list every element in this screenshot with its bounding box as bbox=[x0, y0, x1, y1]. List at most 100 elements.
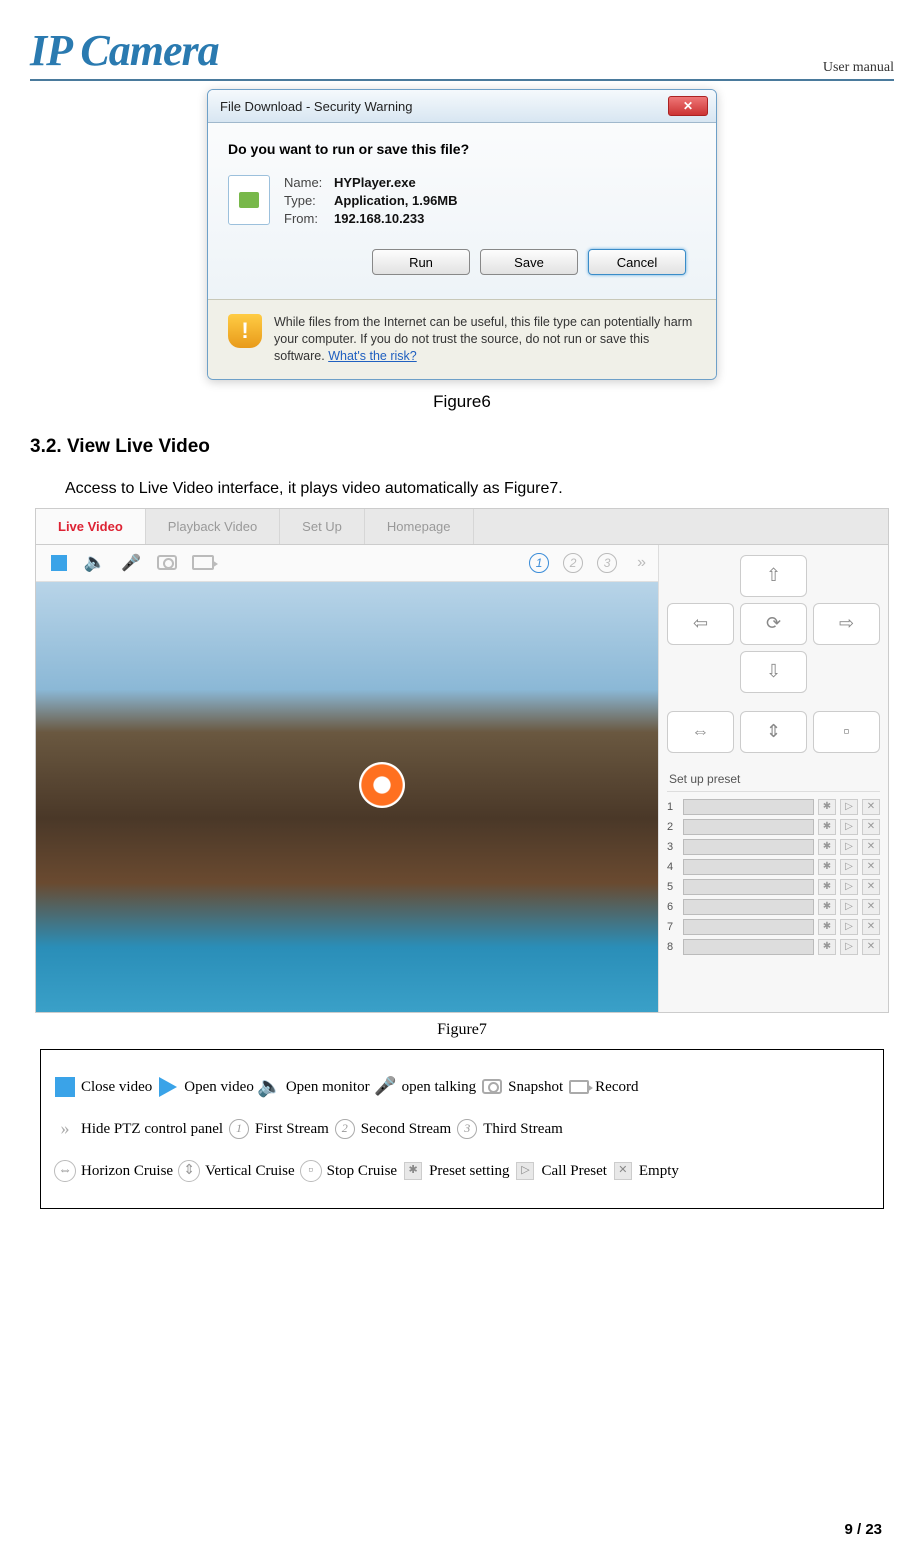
record-icon[interactable] bbox=[192, 553, 214, 573]
preset-header: Set up preset bbox=[667, 767, 880, 792]
run-button[interactable]: Run bbox=[372, 249, 470, 275]
preset-set-icon[interactable]: ✱ bbox=[818, 859, 836, 875]
open-video-icon bbox=[156, 1076, 180, 1098]
close-video-icon bbox=[53, 1076, 77, 1098]
record-icon bbox=[567, 1076, 591, 1098]
ptz-right-icon[interactable]: ⇨ bbox=[813, 603, 880, 645]
preset-input[interactable] bbox=[683, 859, 814, 875]
preset-call-icon[interactable]: ▷ bbox=[840, 859, 858, 875]
live-video-interface: Live Video Playback Video Set Up Homepag… bbox=[35, 508, 889, 1013]
warning-shield-icon: ! bbox=[228, 314, 262, 348]
preset-call-icon[interactable]: ▷ bbox=[840, 899, 858, 915]
icon-legend: Close video Open video 🔈Open monitor 🎤op… bbox=[40, 1049, 884, 1209]
preset-call-icon[interactable]: ▷ bbox=[840, 919, 858, 935]
microphone-icon[interactable]: 🎤 bbox=[120, 553, 142, 573]
stop-cruise-icon[interactable]: ▫ bbox=[813, 711, 880, 753]
preset-call-icon[interactable]: ▷ bbox=[840, 939, 858, 955]
preset-list: 1✱▷✕ 2✱▷✕ 3✱▷✕ 4✱▷✕ 5✱▷✕ 6✱▷✕ 7✱▷✕ 8✱▷✕ bbox=[667, 797, 880, 957]
preset-row: 5✱▷✕ bbox=[667, 877, 880, 897]
open-monitor-icon: 🔈 bbox=[258, 1076, 282, 1098]
from-value: 192.168.10.233 bbox=[334, 211, 424, 226]
preset-call-icon[interactable]: ▷ bbox=[840, 879, 858, 895]
hide-ptz-icon: » bbox=[53, 1118, 77, 1140]
preset-row: 2✱▷✕ bbox=[667, 817, 880, 837]
header-doc-title: User manual bbox=[823, 60, 894, 76]
name-label: Name: bbox=[284, 175, 334, 190]
preset-input[interactable] bbox=[683, 879, 814, 895]
tab-playback-video[interactable]: Playback Video bbox=[146, 509, 280, 544]
preset-set-icon[interactable]: ✱ bbox=[818, 819, 836, 835]
preset-clear-icon[interactable]: ✕ bbox=[862, 859, 880, 875]
save-button[interactable]: Save bbox=[480, 249, 578, 275]
preset-clear-icon[interactable]: ✕ bbox=[862, 819, 880, 835]
speaker-icon[interactable]: 🔈 bbox=[84, 553, 106, 573]
ptz-up-icon[interactable]: ⇧ bbox=[740, 555, 807, 597]
stream-3-icon[interactable]: 3 bbox=[597, 553, 617, 573]
preset-input[interactable] bbox=[683, 939, 814, 955]
preset-set-icon[interactable]: ✱ bbox=[818, 899, 836, 915]
preset-row: 6✱▷✕ bbox=[667, 897, 880, 917]
cancel-button[interactable]: Cancel bbox=[588, 249, 686, 275]
file-download-dialog: File Download - Security Warning ✕ Do yo… bbox=[207, 89, 717, 380]
preset-clear-icon[interactable]: ✕ bbox=[862, 799, 880, 815]
preset-clear-icon[interactable]: ✕ bbox=[862, 879, 880, 895]
preset-call-icon[interactable]: ▷ bbox=[840, 819, 858, 835]
horizon-cruise-icon: ⇔ bbox=[53, 1160, 77, 1182]
preset-input[interactable] bbox=[683, 919, 814, 935]
close-icon[interactable]: ✕ bbox=[668, 96, 708, 116]
stream-2-icon[interactable]: 2 bbox=[563, 553, 583, 573]
preset-input[interactable] bbox=[683, 839, 814, 855]
preset-row: 4✱▷✕ bbox=[667, 857, 880, 877]
type-label: Type: bbox=[284, 193, 334, 208]
type-value: Application, 1.96MB bbox=[334, 193, 458, 208]
open-talking-icon: 🎤 bbox=[374, 1076, 398, 1098]
name-value: HYPlayer.exe bbox=[334, 175, 416, 190]
preset-row: 3✱▷✕ bbox=[667, 837, 880, 857]
stop-video-icon[interactable] bbox=[48, 553, 70, 573]
file-icon bbox=[228, 175, 270, 225]
section-heading: 3.2. View Live Video bbox=[30, 436, 894, 458]
preset-row: 8✱▷✕ bbox=[667, 937, 880, 957]
preset-input[interactable] bbox=[683, 899, 814, 915]
preset-clear-icon[interactable]: ✕ bbox=[862, 899, 880, 915]
dialog-warning-text: While files from the Internet can be use… bbox=[274, 314, 696, 365]
preset-call-icon[interactable]: ▷ bbox=[840, 799, 858, 815]
vertical-cruise-icon[interactable]: ⇕ bbox=[740, 711, 807, 753]
preset-clear-icon[interactable]: ✕ bbox=[862, 919, 880, 935]
empty-preset-icon: ✕ bbox=[611, 1160, 635, 1182]
call-preset-icon: ▷ bbox=[513, 1160, 537, 1182]
ptz-panel: ⇧ ⇦ ⟳ ⇨ ⇩ ⇔ ⇕ ▫ Set up preset 1✱▷✕ bbox=[658, 545, 888, 1012]
ptz-refresh-icon[interactable]: ⟳ bbox=[740, 603, 807, 645]
ptz-left-icon[interactable]: ⇦ bbox=[667, 603, 734, 645]
ptz-toggle-icon[interactable]: » bbox=[637, 554, 646, 572]
dialog-prompt: Do you want to run or save this file? bbox=[228, 141, 696, 157]
snapshot-icon[interactable] bbox=[156, 553, 178, 573]
whats-the-risk-link[interactable]: What's the risk? bbox=[328, 349, 417, 363]
ptz-down-icon[interactable]: ⇩ bbox=[740, 651, 807, 693]
horizon-cruise-icon[interactable]: ⇔ bbox=[667, 711, 734, 753]
preset-row: 7✱▷✕ bbox=[667, 917, 880, 937]
third-stream-icon: 3 bbox=[455, 1118, 479, 1140]
preset-clear-icon[interactable]: ✕ bbox=[862, 839, 880, 855]
preset-call-icon[interactable]: ▷ bbox=[840, 839, 858, 855]
preset-set-icon[interactable]: ✱ bbox=[818, 879, 836, 895]
from-label: From: bbox=[284, 211, 334, 226]
stream-1-icon[interactable]: 1 bbox=[529, 553, 549, 573]
page-header: IP Camera User manual bbox=[30, 25, 894, 81]
tab-homepage[interactable]: Homepage bbox=[365, 509, 474, 544]
preset-clear-icon[interactable]: ✕ bbox=[862, 939, 880, 955]
tab-set-up[interactable]: Set Up bbox=[280, 509, 365, 544]
preset-row: 1✱▷✕ bbox=[667, 797, 880, 817]
figure7-caption: Figure7 bbox=[30, 1021, 894, 1039]
stop-cruise-icon: ▫ bbox=[299, 1160, 323, 1182]
preset-setting-icon: ✱ bbox=[401, 1160, 425, 1182]
preset-set-icon[interactable]: ✱ bbox=[818, 839, 836, 855]
preset-input[interactable] bbox=[683, 799, 814, 815]
preset-input[interactable] bbox=[683, 819, 814, 835]
preset-set-icon[interactable]: ✱ bbox=[818, 919, 836, 935]
video-preview bbox=[36, 582, 658, 1012]
page-number: 9 / 23 bbox=[844, 1521, 882, 1538]
preset-set-icon[interactable]: ✱ bbox=[818, 799, 836, 815]
tab-live-video[interactable]: Live Video bbox=[36, 509, 146, 544]
preset-set-icon[interactable]: ✱ bbox=[818, 939, 836, 955]
